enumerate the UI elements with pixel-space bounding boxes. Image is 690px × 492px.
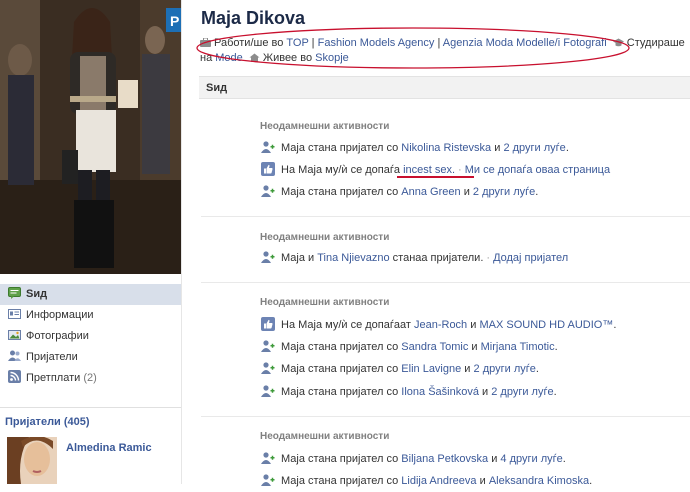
add-friend-icon (261, 451, 275, 465)
like-page-link[interactable]: Ми се допаѓа оваа страница (465, 164, 610, 176)
add-friend-icon (261, 473, 275, 487)
liked-page-link[interactable]: MAX SOUND HD AUDIO™ (479, 319, 613, 331)
friend-link[interactable]: Elin Lavigne (401, 363, 461, 375)
others-link[interactable]: 2 други луѓе (503, 142, 565, 154)
story-friend: Маја стана пријател со Elin Lavigne и 2 … (261, 361, 539, 377)
story-friend: Маја стана пријател со Biljana Petkovska… (261, 451, 566, 467)
profile-info: Работи/ше во TOP | Fashion Models Agency… (200, 37, 685, 64)
nav-item-wall[interactable]: Ѕид (0, 284, 181, 305)
story-friend: Маја стана пријател со Ilona Šašinková и… (261, 384, 557, 400)
story-friend: Маја стана пријател со Nikolina Ristevsk… (261, 140, 569, 156)
section-title: Неодамнешни активности (260, 431, 390, 442)
nav-item-subscriptions[interactable]: Претплати (2) (0, 368, 181, 389)
add-friend-icon (261, 184, 275, 198)
add-friend-link[interactable]: Додај пријател (493, 252, 568, 264)
nav-item-label: Претплати (26, 372, 81, 384)
section-title: Неодамнешни активности (260, 121, 390, 132)
workplace-link[interactable]: TOP (286, 37, 308, 49)
like-icon (261, 317, 275, 331)
friend-link[interactable]: Mirjana Timotic (481, 341, 555, 353)
add-friend-icon (261, 250, 275, 264)
add-friend-icon (261, 140, 275, 154)
friend-link[interactable]: Biljana Petkovska (401, 453, 488, 465)
section-title: Неодамнешни активности (260, 232, 390, 243)
like-icon (261, 162, 275, 176)
friend-link[interactable]: Ilona Šašinková (401, 386, 479, 398)
nav-item-label: Информации (26, 309, 94, 321)
info-card-icon (8, 307, 21, 320)
add-friend-icon (261, 361, 275, 375)
home-icon (249, 52, 260, 62)
friend-link[interactable]: Aleksandra Kimoska (489, 475, 589, 487)
friend-link[interactable]: Tina Njievazno (317, 252, 389, 264)
school-link[interactable]: Mode (215, 52, 243, 64)
workplace-link[interactable]: Fashion Models Agency (318, 37, 435, 49)
wall-header: Ѕид (199, 76, 690, 99)
wall-icon (8, 286, 21, 299)
friend-link[interactable]: Anna Green (401, 186, 460, 198)
others-link[interactable]: 2 други луѓе (491, 386, 553, 398)
story-friend: Маја стана пријател со Anna Green и 2 др… (261, 184, 538, 200)
nav-item-friends[interactable]: Пријатели (0, 347, 181, 368)
nav-item-label: Ѕид (26, 288, 48, 300)
others-link[interactable]: 4 други луѓе (500, 453, 562, 465)
section-divider (201, 416, 690, 417)
profile-name: Maja Dikova (201, 8, 306, 28)
nav-item-label: Фотографии (26, 330, 89, 342)
profile-nav: Ѕид Информации Фотографии Пријатели Прет… (0, 284, 181, 389)
friend-link[interactable]: Lidija Andreeva (401, 475, 476, 487)
section-title: Неодамнешни активности (260, 297, 390, 308)
annotation-underline (397, 176, 474, 178)
profile-photo-image: P (0, 0, 181, 274)
svg-text:P: P (170, 13, 179, 29)
profile-photo[interactable]: P (0, 0, 181, 274)
photos-icon (8, 328, 21, 341)
friends-box-title[interactable]: Пријатели (405) (0, 407, 181, 431)
story-friend: Маја стана пријател со Sandra Tomic и Mi… (261, 339, 558, 355)
liked-page-link[interactable]: Jean-Roch (414, 319, 467, 331)
city-link[interactable]: Skopje (315, 52, 349, 64)
friend-thumbnail-image (7, 437, 57, 484)
story-friend: Маја стана пријател со Lidija Andreeva и… (261, 473, 592, 489)
column-divider (181, 0, 182, 484)
liked-page-link[interactable]: incest sex. (403, 164, 455, 176)
briefcase-icon (200, 37, 211, 47)
workplace-link[interactable]: Agenzia Moda Modelle/i Fotografi (443, 37, 607, 49)
story-friend: Маја и Tina Njievazno станаа пријатели. ·… (261, 250, 568, 266)
others-link[interactable]: 2 други луѓе (473, 186, 535, 198)
friend-thumbnail[interactable] (7, 437, 57, 484)
others-link[interactable]: 2 други луѓе (474, 363, 536, 375)
friend-name-link[interactable]: Almedina Ramic (66, 442, 152, 454)
nav-item-count: (2) (83, 372, 97, 384)
friends-icon (8, 349, 21, 362)
section-divider (201, 282, 690, 283)
friend-link[interactable]: Sandra Tomic (401, 341, 468, 353)
nav-item-label: Пријатели (26, 351, 78, 363)
friend-link[interactable]: Nikolina Ristevska (401, 142, 491, 154)
add-friend-icon (261, 384, 275, 398)
nav-item-photos[interactable]: Фотографии (0, 326, 181, 347)
rss-icon (8, 370, 21, 383)
graduation-cap-icon (612, 37, 624, 47)
add-friend-icon (261, 339, 275, 353)
nav-item-info[interactable]: Информации (0, 305, 181, 326)
story-like: На Маја му/ѝ се допаѓаат Jean-Roch и MAX… (261, 317, 616, 333)
section-divider (201, 216, 690, 217)
